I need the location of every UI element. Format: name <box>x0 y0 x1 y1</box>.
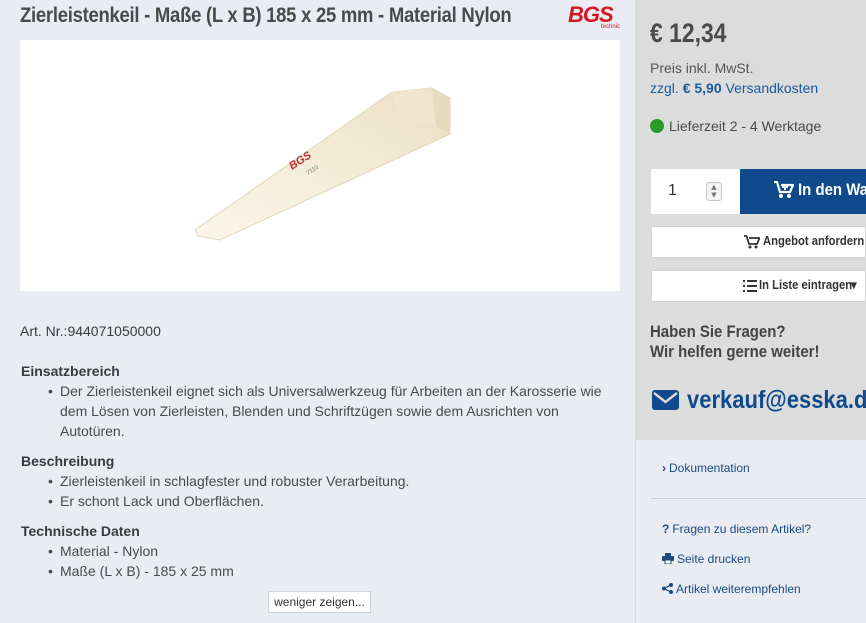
list-item-text: Er schont Lack und Oberflächen. <box>60 493 264 509</box>
list-item-text: Der Zierleistenkeil eignet sich als Univ… <box>60 383 602 439</box>
show-less-button[interactable]: weniger zeigen... <box>268 591 371 613</box>
product-image[interactable]: BGS 7110 <box>20 40 620 291</box>
share-icon <box>662 583 673 594</box>
list-item: • Maße (L x B) - 185 x 25 mm <box>48 561 618 581</box>
print-link[interactable]: Seite drucken <box>662 552 750 566</box>
brand-logo: BGS technic <box>568 2 622 32</box>
chevron-right-icon: › <box>662 461 666 475</box>
brand-logo-subtext: technic <box>600 24 620 30</box>
request-quote-button[interactable]: Angebot anfordern <box>651 226 866 258</box>
delivery-status: Lieferzeit 2 - 4 Werktage <box>650 118 821 134</box>
divider <box>651 498 866 499</box>
cart-plus-icon <box>744 235 760 249</box>
recommend-link[interactable]: Artikel weiterempfehlen <box>662 582 801 596</box>
envelope-icon <box>652 390 679 410</box>
list-item: • Er schont Lack und Oberflächen. <box>48 491 618 511</box>
add-to-list-button[interactable]: In Liste eintragen ▾ <box>651 270 866 302</box>
contact-question-line2: Wir helfen gerne weiter! <box>650 342 820 361</box>
contact-question: Haben Sie Fragen? Wir helfen gerne weite… <box>650 322 819 362</box>
contact-email[interactable]: verkauf@esska.de <box>687 386 866 415</box>
quantity-stepper[interactable]: 1 ▲ ▼ <box>651 169 740 214</box>
question-link[interactable]: ? Fragen zu diesem Artikel? <box>662 522 811 536</box>
add-to-list-label: In Liste eintragen <box>759 278 853 292</box>
section-heading-einsatzbereich: Einsatzbereich <box>21 363 120 379</box>
product-title: Zierleistenkeil - Maße (L x B) 185 x 25 … <box>20 4 512 27</box>
list-item-text: Zierleistenkeil in schlagfester und robu… <box>60 473 410 489</box>
article-number: Art. Nr.:944071050000 <box>20 323 161 339</box>
add-to-cart-label: In den Warenkorb <box>798 180 866 199</box>
product-price: € 12,34 <box>650 18 727 48</box>
list-item: • Der Zierleistenkeil eignet sich als Uni… <box>48 381 618 441</box>
question-icon: ? <box>662 522 670 536</box>
shipping-prefix: zzgl. <box>650 80 679 96</box>
section-heading-beschreibung: Beschreibung <box>21 453 115 469</box>
question-label: Fragen zu diesem Artikel? <box>672 522 812 536</box>
availability-dot-icon <box>650 119 664 133</box>
list-item-text: Material - Nylon <box>60 543 159 559</box>
print-icon <box>662 553 674 565</box>
request-quote-label: Angebot anfordern <box>763 234 865 248</box>
vat-note: Preis inkl. MwSt. <box>650 60 754 76</box>
caret-down-icon: ▾ <box>851 278 857 292</box>
contact-question-line1: Haben Sie Fragen? <box>650 322 786 341</box>
list-item: • Zierleistenkeil in schlagfester und rob… <box>48 471 618 491</box>
shipping-costs-link[interactable]: Versandkosten <box>726 80 819 96</box>
delivery-time: Lieferzeit 2 - 4 Werktage <box>669 118 822 134</box>
shipping-note: zzgl. € 5,90 Versandkosten <box>650 80 818 96</box>
list-item-text: Maße (L x B) - 185 x 25 mm <box>60 563 234 579</box>
shipping-amount: € 5,90 <box>682 80 722 96</box>
recommend-label: Artikel weiterempfehlen <box>676 582 801 596</box>
list-item: • Material - Nylon <box>48 541 618 561</box>
documentation-label: Dokumentation <box>669 461 750 475</box>
spinner-arrows-icon[interactable]: ▲ ▼ <box>706 182 722 201</box>
list-icon <box>743 280 757 292</box>
print-label: Seite drucken <box>677 552 751 566</box>
documentation-link[interactable]: › Dokumentation <box>662 461 750 475</box>
cart-icon <box>774 181 794 198</box>
wedge-illustration: BGS 7110 <box>194 87 451 241</box>
add-to-cart-button[interactable]: In den Warenkorb <box>740 169 866 214</box>
quantity-value[interactable]: 1 <box>668 182 677 200</box>
section-heading-technische-daten: Technische Daten <box>21 523 140 539</box>
